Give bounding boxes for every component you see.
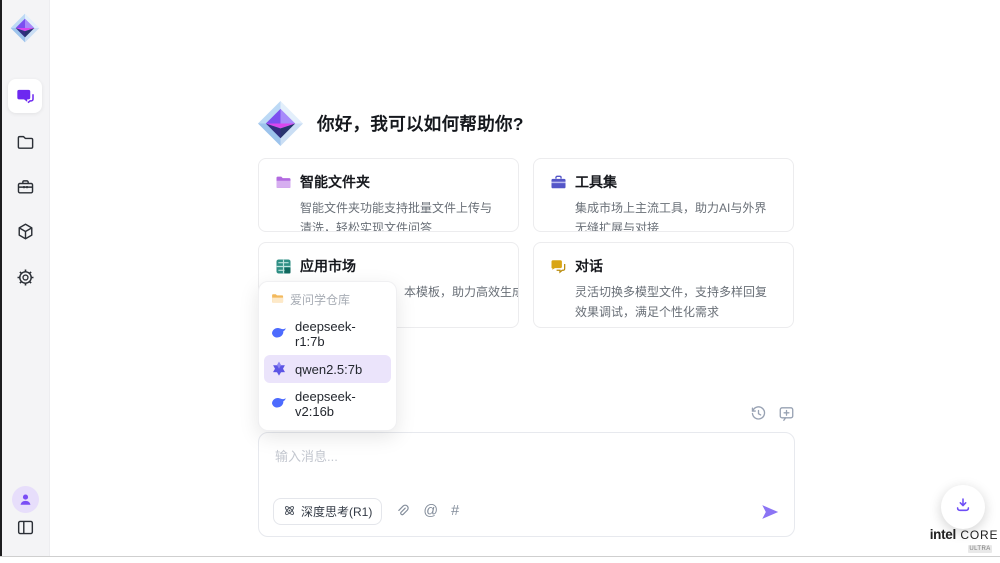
model-dropdown-menu: 爱问学仓库 deepseek-r1:7b qwen2.5:7b deepseek…	[258, 281, 397, 431]
paperclip-icon[interactable]	[395, 504, 410, 519]
model-option-label: qwen2.5:7b	[295, 362, 362, 377]
hash-icon[interactable]: #	[451, 504, 459, 519]
card-dialogue[interactable]: 对话 灵活切换多模型文件，支持多样回复效果调试，满足个性化需求	[533, 242, 794, 328]
intel-core-logo: intel core ultra	[928, 527, 1000, 553]
card-description: 智能文件夹功能支持批量文件上传与清洗，轻松实现文件问答	[300, 198, 502, 232]
card-description: 集成市场上主流工具，助力AI与外界无缝扩展与对接	[575, 198, 777, 232]
sidebar	[0, 0, 50, 556]
app-logo-icon	[257, 100, 304, 147]
at-icon[interactable]: @	[423, 504, 438, 519]
chat-icon	[16, 87, 35, 106]
core-wordmark: core	[960, 528, 998, 542]
repo-folder-icon	[271, 292, 284, 308]
model-menu-header: 爱问学仓库	[264, 287, 391, 313]
briefcase-icon	[16, 178, 35, 197]
model-option-label: deepseek-v2:16b	[295, 389, 384, 419]
greeting-header: 你好，我可以如何帮助你?	[257, 100, 524, 147]
deepseek-whale-icon	[271, 326, 287, 342]
model-option-deepseek-v2[interactable]: deepseek-v2:16b	[264, 383, 391, 425]
app-logo-icon	[10, 13, 40, 43]
folder-icon	[16, 133, 35, 152]
card-title: 工具集	[575, 172, 617, 192]
user-icon	[12, 486, 39, 513]
conversation-actions	[750, 405, 795, 427]
model-menu-header-label: 爱问学仓库	[290, 291, 350, 308]
page-title: 你好，我可以如何帮助你?	[317, 111, 524, 136]
sidebar-item-toolbox[interactable]	[8, 170, 42, 204]
gear-icon	[16, 268, 35, 287]
model-option-qwen[interactable]: qwen2.5:7b	[264, 355, 391, 383]
message-input[interactable]	[273, 444, 717, 494]
collapse-sidebar-button[interactable]	[8, 510, 42, 544]
window-bottom-divider	[0, 556, 1000, 557]
send-button[interactable]	[760, 502, 780, 522]
model-option-deepseek-r1[interactable]: deepseek-r1:7b	[264, 313, 391, 355]
card-title: 对话	[575, 256, 603, 276]
card-smart-folders[interactable]: 智能文件夹 智能文件夹功能支持批量文件上传与清洗，轻松实现文件问答	[258, 158, 519, 232]
deep-think-button[interactable]: 深度思考(R1)	[273, 498, 382, 525]
card-title: 智能文件夹	[300, 172, 370, 192]
sidebar-item-chat[interactable]	[8, 79, 42, 113]
atom-icon	[283, 504, 296, 520]
folder-icon	[275, 174, 292, 191]
download-button[interactable]	[941, 485, 985, 529]
message-composer: 深度思考(R1) @ #	[258, 432, 795, 537]
model-option-label: deepseek-r1:7b	[295, 319, 384, 349]
qwen-icon	[271, 361, 287, 377]
card-title: 应用市场	[300, 256, 356, 276]
intel-badge: ultra	[968, 545, 992, 553]
composer-toolbar: 深度思考(R1) @ #	[273, 498, 780, 525]
sidebar-item-folders[interactable]	[8, 125, 42, 159]
history-icon[interactable]	[750, 405, 767, 427]
sidebar-item-settings[interactable]	[8, 260, 42, 294]
sidebar-item-models[interactable]	[8, 214, 42, 248]
deep-think-label: 深度思考(R1)	[301, 503, 372, 520]
cube-icon	[16, 222, 35, 241]
app-grid-icon	[275, 258, 292, 275]
card-toolset[interactable]: 工具集 集成市场上主流工具，助力AI与外界无缝扩展与对接	[533, 158, 794, 232]
panel-toggle-icon	[16, 518, 35, 537]
deepseek-whale-icon	[271, 396, 287, 412]
intel-wordmark: intel	[930, 527, 956, 542]
window-left-edge	[0, 0, 2, 556]
briefcase-icon	[550, 174, 567, 191]
new-chat-icon[interactable]	[778, 405, 795, 427]
card-description: 灵活切换多模型文件，支持多样回复效果调试，满足个性化需求	[575, 282, 777, 323]
download-icon	[954, 496, 972, 519]
chat-bubbles-icon	[550, 258, 567, 275]
